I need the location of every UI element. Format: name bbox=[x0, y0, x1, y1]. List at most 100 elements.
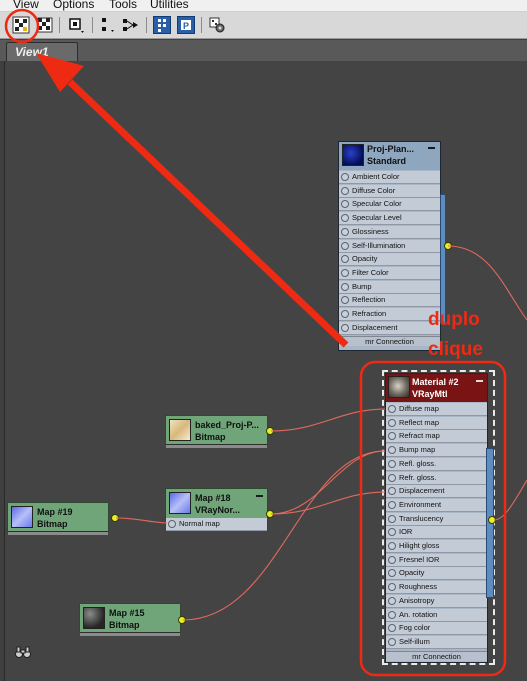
input-socket[interactable] bbox=[388, 487, 396, 496]
input-socket[interactable] bbox=[341, 214, 349, 223]
output-socket[interactable] bbox=[266, 427, 274, 435]
menu-view[interactable]: View bbox=[13, 0, 39, 11]
input-socket[interactable] bbox=[388, 500, 396, 509]
slot-row[interactable]: Opacity bbox=[339, 253, 440, 267]
node-baked-bitmap[interactable]: baked_Proj-P... Bitmap bbox=[165, 415, 268, 448]
node-title: Material #2 bbox=[412, 377, 459, 387]
input-socket[interactable] bbox=[388, 528, 396, 537]
input-socket[interactable] bbox=[341, 200, 349, 209]
minimize-icon[interactable] bbox=[428, 147, 435, 149]
output-socket[interactable] bbox=[178, 616, 186, 624]
slot-row[interactable]: Fog color bbox=[386, 622, 487, 636]
input-socket[interactable] bbox=[388, 432, 396, 441]
node-map15-bitmap[interactable]: Map #15 Bitmap bbox=[79, 603, 181, 636]
slot-row[interactable]: Bump bbox=[339, 280, 440, 294]
output-socket[interactable] bbox=[444, 242, 452, 250]
minimize-icon[interactable] bbox=[256, 495, 263, 497]
node-type: VRayMtl bbox=[412, 389, 448, 399]
slot-row[interactable]: Ambient Color bbox=[339, 171, 440, 184]
checker-icon[interactable] bbox=[36, 16, 54, 34]
input-socket[interactable] bbox=[341, 282, 349, 291]
input-socket[interactable] bbox=[341, 255, 349, 264]
input-socket[interactable] bbox=[388, 459, 396, 468]
menu-options[interactable]: Options bbox=[53, 0, 94, 11]
input-socket[interactable] bbox=[341, 296, 349, 305]
menu-tools[interactable]: Tools bbox=[109, 0, 137, 11]
node-map19-bitmap[interactable]: Map #19 Bitmap bbox=[7, 502, 109, 535]
menu-utilities[interactable]: Utilities bbox=[150, 0, 189, 11]
slot-row[interactable]: Reflection bbox=[339, 294, 440, 308]
slot-row[interactable]: Glossiness bbox=[339, 225, 440, 239]
output-socket[interactable] bbox=[266, 510, 274, 518]
output-socket[interactable] bbox=[488, 516, 496, 524]
input-socket[interactable] bbox=[388, 473, 396, 482]
minimize-icon[interactable] bbox=[476, 380, 483, 382]
slot-row[interactable]: Environment bbox=[386, 498, 487, 512]
options-icon[interactable] bbox=[208, 16, 226, 34]
slot-row[interactable]: Displacement bbox=[339, 321, 440, 335]
view-tab-strip: View1 bbox=[0, 40, 527, 61]
slot-row[interactable]: Filter Color bbox=[339, 266, 440, 280]
slot-row[interactable]: Refl. gloss. bbox=[386, 457, 487, 471]
input-socket[interactable] bbox=[388, 637, 396, 646]
node-material2-vraymtl[interactable]: Material #2 VRayMtl Diffuse map Reflect m… bbox=[385, 373, 488, 663]
input-socket[interactable] bbox=[341, 310, 349, 318]
slot-row[interactable]: Specular Level bbox=[339, 212, 440, 226]
slot-row[interactable]: Refr. gloss. bbox=[386, 471, 487, 485]
show-icon[interactable]: P bbox=[177, 16, 195, 34]
slot-row[interactable]: Opacity bbox=[386, 567, 487, 581]
slot-row[interactable]: Specular Color bbox=[339, 198, 440, 212]
slot-row[interactable]: Roughness bbox=[386, 581, 487, 595]
input-socket[interactable] bbox=[388, 624, 396, 633]
material-map-browser-icon[interactable] bbox=[12, 16, 30, 34]
input-socket[interactable] bbox=[388, 555, 396, 564]
annotation-line2: clique bbox=[428, 339, 483, 360]
input-socket[interactable] bbox=[341, 323, 349, 332]
slot-row[interactable]: Self-Illumination bbox=[339, 239, 440, 253]
slot-row[interactable]: IOR bbox=[386, 526, 487, 540]
move-icon[interactable] bbox=[67, 16, 85, 34]
menu-bar: View Options Tools Utilities bbox=[0, 0, 527, 12]
input-socket[interactable] bbox=[341, 173, 349, 181]
input-socket[interactable] bbox=[388, 446, 396, 455]
mr-connection-footer[interactable]: mr Connection bbox=[339, 336, 440, 346]
slot-row[interactable]: Fresnel IOR bbox=[386, 553, 487, 567]
input-socket[interactable] bbox=[388, 583, 396, 592]
input-socket[interactable] bbox=[388, 418, 396, 427]
input-socket[interactable] bbox=[341, 268, 349, 277]
input-socket[interactable] bbox=[168, 520, 176, 528]
node-map18-vraynormal[interactable]: Map #18 VRayNor... Normal map bbox=[165, 488, 268, 531]
mr-connection-footer[interactable]: mr Connection bbox=[386, 651, 487, 661]
input-socket[interactable] bbox=[388, 514, 396, 523]
tab-view1[interactable]: View1 bbox=[6, 42, 78, 61]
slot-row[interactable]: Diffuse map bbox=[386, 403, 487, 416]
input-socket[interactable] bbox=[341, 186, 349, 195]
slot-row[interactable]: Diffuse Color bbox=[339, 184, 440, 198]
slot-row[interactable]: Refraction bbox=[339, 308, 440, 321]
slot-row[interactable]: Reflect map bbox=[386, 416, 487, 430]
slot-row[interactable]: Bump map bbox=[386, 444, 487, 458]
input-socket[interactable] bbox=[388, 542, 396, 550]
input-socket[interactable] bbox=[388, 569, 396, 578]
slot-normal-map[interactable]: Normal map bbox=[166, 518, 267, 531]
slot-row[interactable]: Anisotropy bbox=[386, 594, 487, 608]
input-socket[interactable] bbox=[341, 227, 349, 236]
slot-row[interactable]: Hilight gloss bbox=[386, 540, 487, 553]
select-icon[interactable] bbox=[153, 16, 171, 34]
input-socket[interactable] bbox=[341, 241, 349, 250]
slot-row[interactable]: Translucency bbox=[386, 512, 487, 526]
slot-row[interactable]: Self-illum bbox=[386, 635, 487, 649]
input-socket[interactable] bbox=[388, 405, 396, 413]
node-proj-plan-standard[interactable]: Proj-Plan... Standard Ambient Color Diffu… bbox=[338, 141, 441, 351]
binoculars-icon[interactable] bbox=[14, 644, 32, 658]
slot-row[interactable]: An. rotation bbox=[386, 608, 487, 622]
output-socket[interactable] bbox=[111, 514, 119, 522]
slot-row[interactable]: Displacement bbox=[386, 485, 487, 499]
layout-icon[interactable] bbox=[99, 16, 117, 34]
input-socket[interactable] bbox=[388, 610, 396, 619]
toolbar: P bbox=[0, 12, 527, 39]
input-socket[interactable] bbox=[388, 596, 396, 605]
hierarchy-icon[interactable] bbox=[121, 16, 139, 34]
slot-row[interactable]: Refract map bbox=[386, 430, 487, 444]
node-type: Bitmap bbox=[195, 432, 226, 442]
